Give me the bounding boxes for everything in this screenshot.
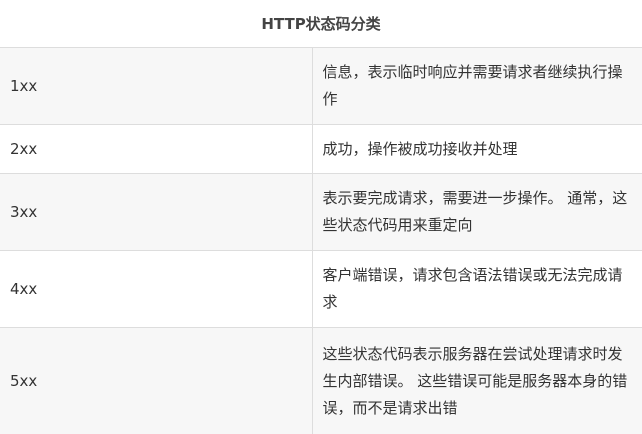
status-code-cell: 4xx: [0, 251, 312, 328]
table-row: 3xx 表示要完成请求，需要进一步操作。 通常，这些状态代码用来重定向: [0, 174, 642, 251]
status-code-table: HTTP状态码分类 1xx 信息，表示临时响应并需要请求者继续执行操作 2xx …: [0, 0, 642, 434]
status-code-cell: 2xx: [0, 125, 312, 174]
status-code-cell: 3xx: [0, 174, 312, 251]
table-row: 1xx 信息，表示临时响应并需要请求者继续执行操作: [0, 48, 642, 125]
status-code-cell: 1xx: [0, 48, 312, 125]
table-header-row: HTTP状态码分类: [0, 0, 642, 48]
status-code-cell: 5xx: [0, 328, 312, 434]
table-row: 2xx 成功，操作被成功接收并处理: [0, 125, 642, 174]
status-description-cell: 成功，操作被成功接收并处理: [312, 125, 642, 174]
table-row: 5xx 这些状态代码表示服务器在尝试处理请求时发生内部错误。 这些错误可能是服务…: [0, 328, 642, 434]
table-row: 4xx 客户端错误，请求包含语法错误或无法完成请求: [0, 251, 642, 328]
status-description-cell: 这些状态代码表示服务器在尝试处理请求时发生内部错误。 这些错误可能是服务器本身的…: [312, 328, 642, 434]
status-description-cell: 客户端错误，请求包含语法错误或无法完成请求: [312, 251, 642, 328]
table-title: HTTP状态码分类: [0, 0, 642, 48]
status-description-cell: 信息，表示临时响应并需要请求者继续执行操作: [312, 48, 642, 125]
status-description-cell: 表示要完成请求，需要进一步操作。 通常，这些状态代码用来重定向: [312, 174, 642, 251]
